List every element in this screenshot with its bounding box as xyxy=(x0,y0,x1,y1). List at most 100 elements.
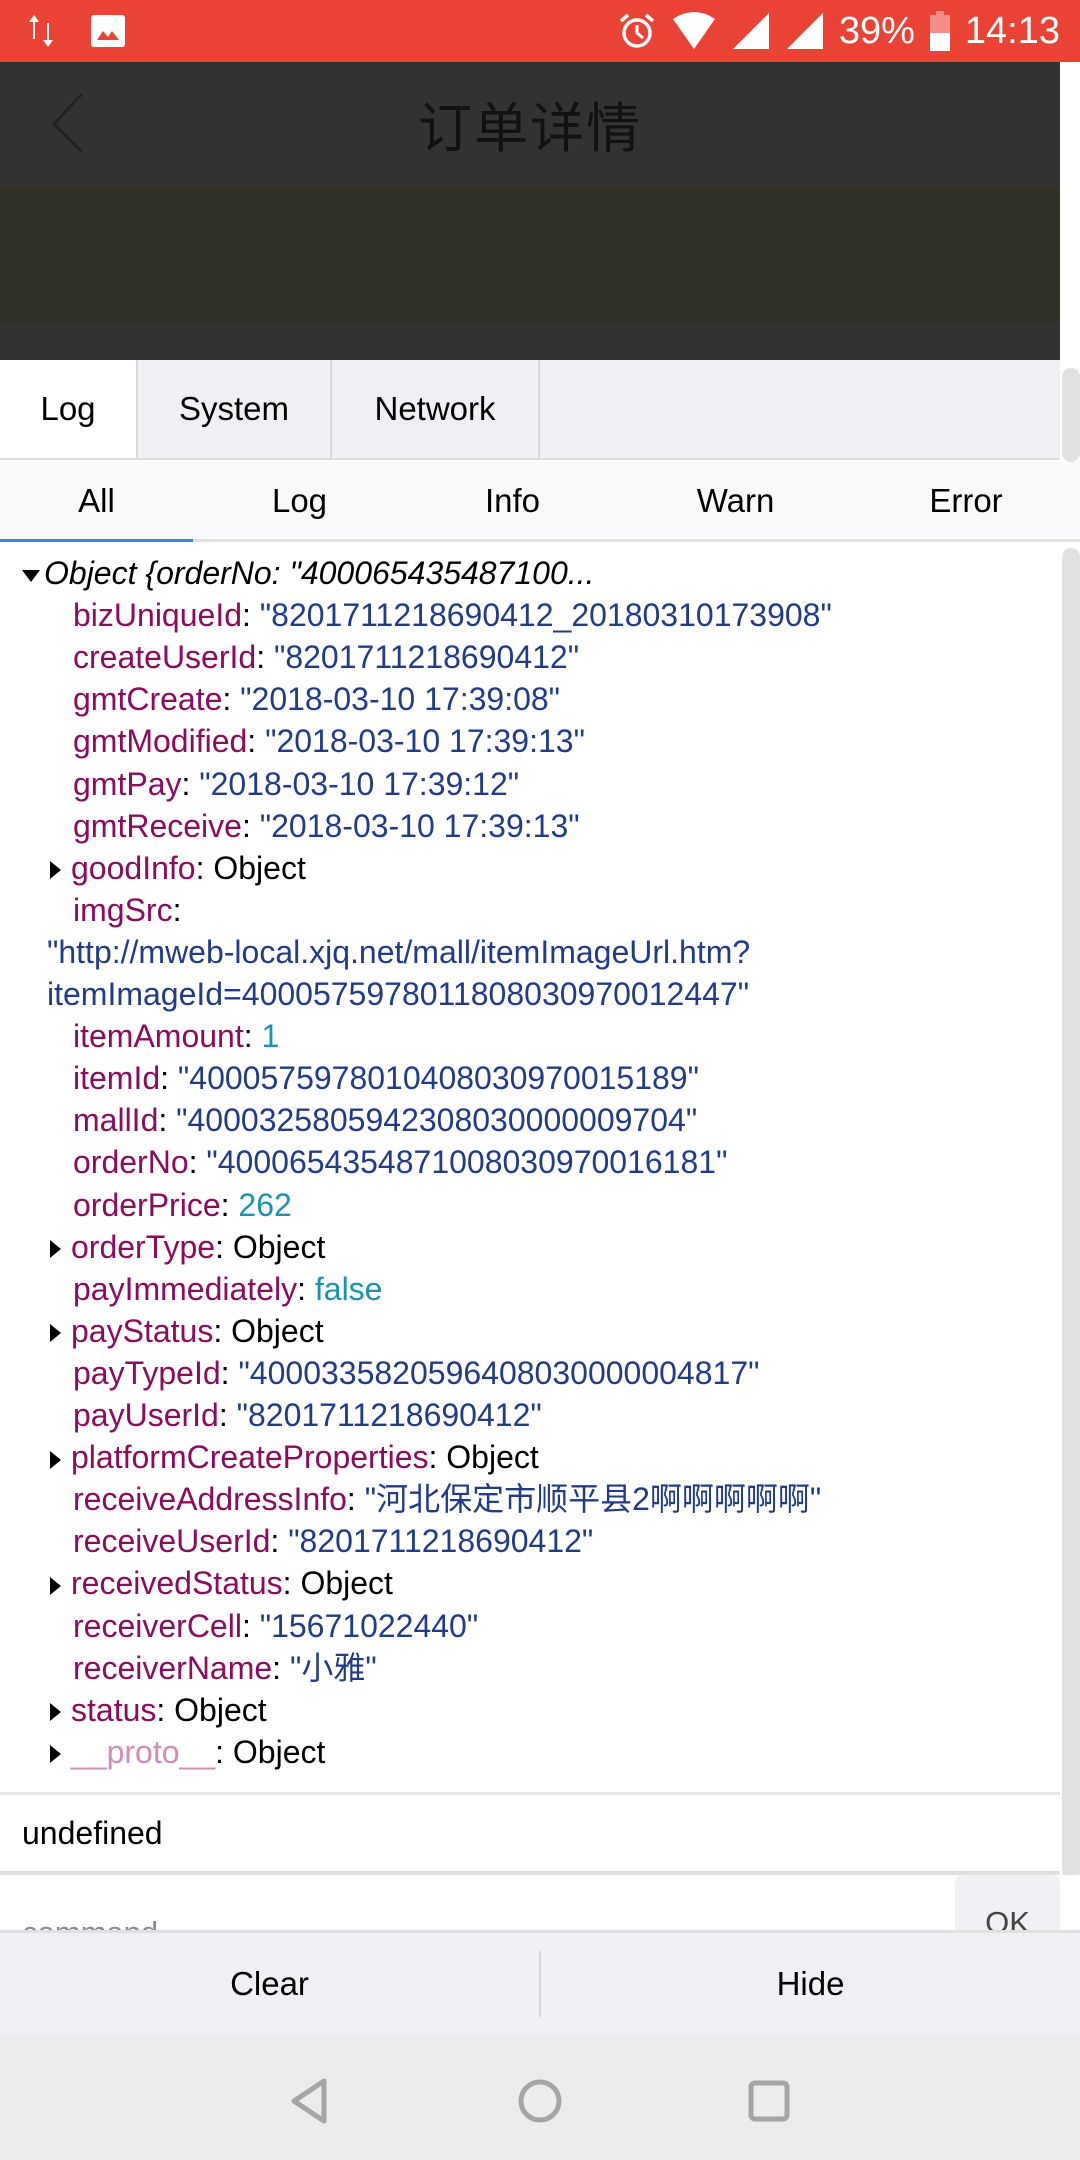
filter-error[interactable]: Error xyxy=(852,462,1080,539)
log-entry-ordertype[interactable]: orderType: Object xyxy=(50,1226,325,1268)
tab-log[interactable]: Log xyxy=(0,360,138,458)
signal-icon-2 xyxy=(785,11,825,51)
clock: 14:13 xyxy=(964,9,1060,52)
status-bar: 39% 14:13 xyxy=(0,0,1080,62)
entry-key: imgSrc xyxy=(73,891,173,928)
entry-value: "8201711218690412" xyxy=(288,1523,594,1560)
log-filter-bar: All Log Info Warn Error xyxy=(0,462,1080,542)
command-bar: OK xyxy=(0,1875,1080,1930)
home-circle-icon xyxy=(518,2079,562,2123)
alarm-icon xyxy=(617,11,657,51)
entry-key: payStatus xyxy=(71,1312,214,1349)
entry-value: Object xyxy=(446,1439,539,1476)
signal-icon xyxy=(731,11,771,51)
caret-right-icon xyxy=(50,1576,61,1595)
entry-key: itemAmount xyxy=(73,1018,244,1055)
log-entry-paystatus[interactable]: payStatus: Object xyxy=(50,1310,324,1352)
app-bar: 订单详情 xyxy=(0,62,1060,362)
caret-down-icon xyxy=(22,569,40,582)
log-entry-imgsrc: imgSrc: xyxy=(73,891,182,928)
page-title: 订单详情 xyxy=(418,99,642,159)
log-entry-bizuniqueid: bizUniqueId: "8201711218690412_201803101… xyxy=(73,597,832,634)
log-entry-paytypeid: payTypeId: "4000335820596408030000004817… xyxy=(73,1354,760,1391)
entry-value: Object xyxy=(174,1691,267,1728)
log-entry-mallid: mallId: "4000325805942308030000009704" xyxy=(73,1102,698,1139)
entry-value: "4000325805942308030000009704" xyxy=(176,1102,698,1139)
entry-key: goodInfo xyxy=(71,849,196,886)
tab-system[interactable]: System xyxy=(138,360,332,458)
nav-back-button[interactable] xyxy=(285,2076,335,2126)
data-transfer-icon xyxy=(28,13,54,49)
tab-network[interactable]: Network xyxy=(332,360,540,458)
entry-value: "小雅" xyxy=(289,1649,377,1686)
entry-value: Object xyxy=(300,1565,393,1602)
log-entry-receiveuserid: receiveUserId: "8201711218690412" xyxy=(73,1523,594,1560)
entry-key: orderPrice xyxy=(73,1186,221,1223)
caret-right-icon xyxy=(50,1240,61,1259)
log-entry-createuserid: createUserId: "8201711218690412" xyxy=(73,639,580,676)
log-entry-payimmediately: payImmediately: false xyxy=(73,1270,383,1307)
entry-key: payImmediately xyxy=(73,1270,298,1307)
filter-log[interactable]: Log xyxy=(193,462,406,539)
entry-key: mallId xyxy=(73,1102,159,1139)
banner-area xyxy=(0,187,1060,322)
log-entry-orderno: orderNo: "4000654354871008030970016181" xyxy=(73,1144,728,1181)
log-entry-status[interactable]: status: Object xyxy=(50,1689,267,1731)
console-tabs: Log System Network xyxy=(0,360,1060,460)
entry-value: false xyxy=(314,1270,383,1307)
entry-key: receiveAddressInfo xyxy=(73,1481,347,1518)
entry-key: platformCreateProperties xyxy=(71,1439,429,1476)
filter-all[interactable]: All xyxy=(0,462,193,542)
entry-key: receivedStatus xyxy=(71,1565,283,1602)
log-entry-proto[interactable]: __proto__: Object xyxy=(50,1731,325,1773)
clear-button[interactable]: Clear xyxy=(0,1933,539,2034)
filter-warn[interactable]: Warn xyxy=(619,462,852,539)
nav-home-button[interactable] xyxy=(515,2076,565,2126)
entry-value: "河北保定市顺平县2啊啊啊啊啊" xyxy=(364,1481,822,1518)
image-icon xyxy=(90,14,126,48)
entry-key: createUserId xyxy=(73,639,257,676)
entry-value: Object xyxy=(232,1733,326,1770)
img-src-value-line: itemImageId=4000575978011808030970012447… xyxy=(47,976,750,1012)
tabs-scrollbar[interactable] xyxy=(1060,360,1080,462)
nav-recents-button[interactable] xyxy=(744,2076,794,2126)
hide-button[interactable]: Hide xyxy=(541,1933,1080,2034)
log-entry-goodinfo[interactable]: goodInfo: Object xyxy=(50,847,306,889)
filter-info[interactable]: Info xyxy=(406,462,619,539)
entry-value: "8201711218690412" xyxy=(273,639,580,676)
entry-value: Object xyxy=(231,1312,324,1349)
entry-key: status xyxy=(71,1691,157,1728)
entry-value: "2018-03-10 17:39:13" xyxy=(259,807,580,844)
battery-percent: 39% xyxy=(838,9,915,52)
caret-right-icon xyxy=(50,1703,61,1722)
caret-right-icon xyxy=(50,1450,61,1469)
wifi-icon xyxy=(671,11,717,51)
entry-key: orderNo xyxy=(73,1144,189,1181)
log-entry-platformcreateproperties[interactable]: platformCreateProperties: Object xyxy=(50,1436,539,1478)
command-input[interactable] xyxy=(0,1875,950,1930)
entry-value: Object xyxy=(213,849,306,886)
entry-value: "2018-03-10 17:39:13" xyxy=(265,723,585,760)
log-entry-gmtpay: gmtPay: "2018-03-10 17:39:12" xyxy=(73,765,520,802)
log-scrollbar[interactable] xyxy=(1060,548,1080,1880)
img-src-value-line: "http://mweb-local.xjq.net/mall/itemImag… xyxy=(47,933,751,970)
entry-key: payTypeId xyxy=(73,1354,221,1391)
log-entry-receivercell: receiverCell: "15671022440" xyxy=(73,1607,479,1644)
log-entry-receivedstatus[interactable]: receivedStatus: Object xyxy=(50,1562,393,1604)
ok-button[interactable]: OK xyxy=(955,1875,1060,1930)
log-entry-orderprice: orderPrice: 262 xyxy=(73,1186,292,1223)
log-entry-receiveaddressinfo: receiveAddressInfo: "河北保定市顺平县2啊啊啊啊啊" xyxy=(73,1481,822,1518)
log-entry-gmtreceive: gmtReceive: "2018-03-10 17:39:13" xyxy=(73,807,580,844)
entry-key: __proto__ xyxy=(71,1733,216,1770)
object-header[interactable]: Object {orderNo: "400065435487100... xyxy=(22,552,594,594)
entry-key: bizUniqueId xyxy=(73,597,242,634)
entry-key: gmtCreate xyxy=(73,681,223,718)
navigation-bar xyxy=(0,2034,1080,2160)
entry-value: "2018-03-10 17:39:12" xyxy=(199,765,520,802)
entry-value: "8201711218690412" xyxy=(236,1397,542,1433)
entry-value: 262 xyxy=(238,1186,292,1223)
entry-value: 1 xyxy=(261,1018,280,1055)
log-entry-itemid: itemId: "4000575978010408030970015189" xyxy=(73,1060,699,1097)
log-panel: Object {orderNo: "400065435487100... biz… xyxy=(0,548,1060,1790)
caret-right-icon xyxy=(50,1745,61,1764)
